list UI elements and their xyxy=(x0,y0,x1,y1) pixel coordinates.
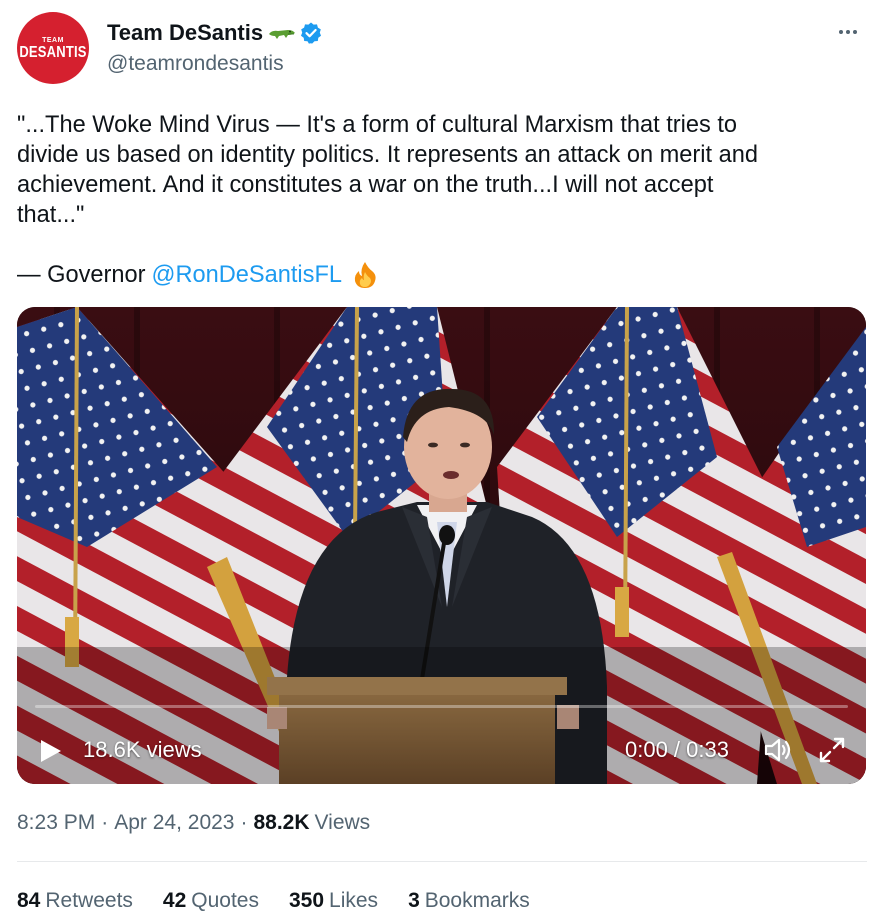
alligator-icon xyxy=(268,22,296,44)
video-progress-track[interactable] xyxy=(35,705,848,708)
bookmarks-label: Bookmarks xyxy=(424,889,530,912)
name-row: Team DeSantis xyxy=(107,20,323,46)
retweets-count: 84 xyxy=(17,889,41,912)
tweet-signature: — Governor @RonDeSantisFL xyxy=(17,260,380,290)
meta-separator: · xyxy=(240,811,248,834)
mention-link[interactable]: @RonDeSantisFL xyxy=(152,260,343,290)
avatar-text-big: DESANTIS xyxy=(19,42,87,61)
video-player[interactable]: 18.6K views 0:00 / 0:33 xyxy=(17,307,866,784)
engagement-stats: 84 Retweets 42 Quotes 350 Likes 3 Bookmarks xyxy=(17,889,560,913)
likes-label: Likes xyxy=(329,889,379,912)
fullscreen-icon xyxy=(819,737,845,763)
tweet-date[interactable]: Apr 24, 2023 xyxy=(114,811,234,835)
quotes-count: 42 xyxy=(162,889,187,912)
handle[interactable]: @teamrondesantis xyxy=(107,52,284,76)
video-time-label: 0:00 / 0:33 xyxy=(625,737,729,762)
fire-icon xyxy=(350,260,380,290)
verified-badge-icon xyxy=(299,21,323,45)
views-word: Views xyxy=(314,811,371,834)
signature-prefix: — Governor xyxy=(17,262,146,288)
likes-stat[interactable]: 350 Likes xyxy=(289,889,378,913)
quotes-label: Quotes xyxy=(191,889,259,912)
dot-icon xyxy=(846,30,850,34)
play-icon xyxy=(41,740,61,762)
tweet-time[interactable]: 8:23 PM xyxy=(17,811,95,835)
dot-icon xyxy=(839,30,843,34)
tweet-meta: 8:23 PM · Apr 24, 2023 · 88.2K Views xyxy=(17,811,370,835)
video-frame xyxy=(17,307,866,784)
meta-separator: · xyxy=(101,811,109,834)
dot-icon xyxy=(853,30,857,34)
tweet-text: "...The Woke Mind Virus — It's a form of… xyxy=(17,112,758,228)
fullscreen-button[interactable] xyxy=(818,736,846,764)
volume-button[interactable] xyxy=(763,736,793,764)
avatar[interactable]: TEAM DESANTIS xyxy=(17,12,89,84)
tweet-header: TEAM DESANTIS Team DeSantis @teamrondesa… xyxy=(17,12,867,84)
play-button[interactable] xyxy=(39,738,63,764)
display-name[interactable]: Team DeSantis xyxy=(107,20,263,46)
more-options-button[interactable] xyxy=(833,20,863,44)
likes-count: 350 xyxy=(288,889,325,912)
views-count: 88.2K xyxy=(253,811,310,834)
retweets-stat[interactable]: 84 Retweets xyxy=(17,889,133,913)
divider xyxy=(17,861,867,862)
volume-icon xyxy=(764,738,791,762)
quotes-stat[interactable]: 42 Quotes xyxy=(163,889,259,913)
retweets-label: Retweets xyxy=(45,889,133,912)
bookmarks-count: 3 xyxy=(408,889,420,912)
video-views-label: 18.6K views xyxy=(83,737,202,762)
bookmarks-stat[interactable]: 3 Bookmarks xyxy=(408,889,530,913)
